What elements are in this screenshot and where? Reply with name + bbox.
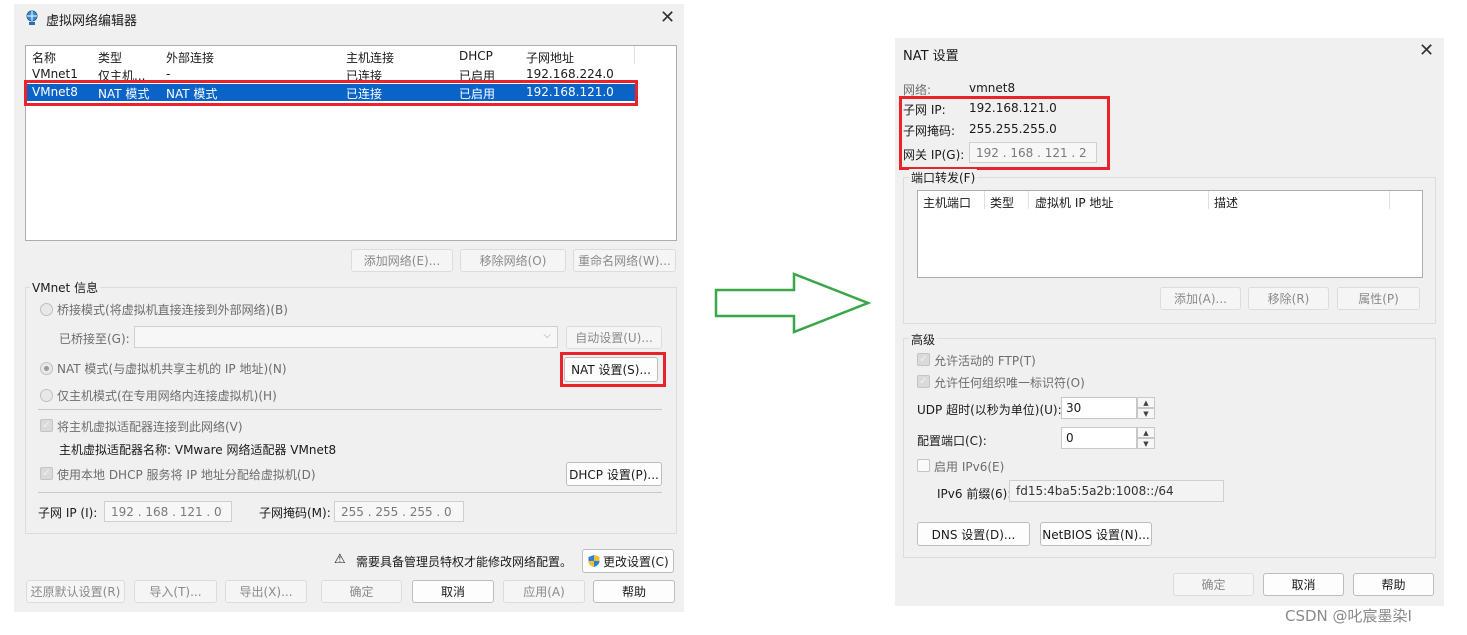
bridged-to-label: 已桥接至(G):: [59, 332, 130, 346]
table-cell: 192.168.224.0: [526, 67, 614, 81]
window-title: 虚拟网络编辑器: [46, 14, 138, 29]
allow-oui-label: 允许任何组织唯一标识符(O): [934, 376, 1085, 390]
nat-label: NAT 模式(与虚拟机共享主机的 IP 地址)(N): [57, 362, 287, 376]
add-network-button[interactable]: 添加网络(E)...: [351, 249, 453, 272]
column-header[interactable]: 名称: [32, 49, 56, 66]
nat-radio[interactable]: [40, 362, 53, 375]
dhcp-label: 使用本地 DHCP 服务将 IP 地址分配给虚拟机(D): [57, 468, 316, 482]
close-icon[interactable]: ✕: [1419, 40, 1434, 61]
dhcp-settings-button[interactable]: DHCP 设置(P)...: [566, 462, 662, 486]
ipv6-prefix-label: IPv6 前缀(6):: [937, 487, 1012, 501]
column-divider: [634, 46, 635, 64]
udp-timeout-down-icon[interactable]: ▼: [1137, 408, 1155, 419]
bridge-radio[interactable]: [40, 303, 53, 316]
column-header[interactable]: DHCP: [459, 49, 493, 63]
config-port-up-icon[interactable]: ▲: [1137, 427, 1155, 438]
config-port-input[interactable]: 0: [1061, 427, 1137, 449]
bridge-label: 桥接模式(将虚拟机直接连接到外部网络)(B): [57, 303, 288, 317]
vmnet-info-label: VMnet 信息: [30, 279, 101, 296]
import-button[interactable]: 导入(T)...: [134, 580, 217, 603]
admin-notice: 需要具备管理员特权才能修改网络配置。: [356, 555, 573, 569]
subnet-mask-field[interactable]: 255 . 255 . 255 . 0: [334, 501, 464, 522]
column-divider: [1208, 191, 1209, 209]
udp-timeout-input[interactable]: 30: [1061, 397, 1137, 419]
chevron-down-icon: ⌵: [543, 330, 551, 341]
allow-ftp-checkbox[interactable]: ✓: [917, 353, 930, 366]
shield-icon: [588, 555, 600, 567]
close-icon[interactable]: ✕: [660, 7, 675, 28]
auto-settings-button[interactable]: 自动设置(U)...: [566, 326, 662, 349]
highlight-box-nat-settings: [560, 352, 666, 387]
subnet-mask-label: 子网掩码(M):: [259, 506, 331, 520]
column-header[interactable]: 主机端口: [923, 194, 971, 211]
network-globe-icon: [26, 10, 38, 25]
table-cell: VMnet1: [32, 67, 78, 81]
remove-button[interactable]: 移除(R): [1248, 287, 1329, 310]
change-settings-button[interactable]: 更改设置(C): [582, 549, 674, 573]
column-divider: [1389, 191, 1390, 209]
network-list[interactable]: 名称 类型 外部连接 主机连接 DHCP 子网地址 VMnet1 仅主机... …: [25, 45, 677, 241]
table-cell: -: [166, 67, 171, 81]
ok-button[interactable]: 确定: [321, 580, 402, 603]
enable-ipv6-checkbox[interactable]: [917, 459, 930, 472]
add-button[interactable]: 添加(A)...: [1160, 287, 1241, 310]
watermark: CSDN @叱宸墨染I: [1285, 607, 1412, 625]
ok-button[interactable]: 确定: [1173, 573, 1254, 596]
column-divider: [1028, 191, 1029, 209]
config-port-down-icon[interactable]: ▼: [1137, 438, 1155, 449]
host-only-label: 仅主机模式(在专用网络内连接虚拟机)(H): [57, 389, 277, 403]
highlight-box-subnet-gateway: [899, 96, 1110, 170]
dns-settings-button[interactable]: DNS 设置(D)...: [917, 522, 1030, 546]
port-forward-label: 端口转发(F): [909, 169, 978, 186]
udp-timeout-up-icon[interactable]: ▲: [1137, 397, 1155, 408]
enable-ipv6-label: 启用 IPv6(E): [934, 460, 1005, 474]
column-header[interactable]: 描述: [1214, 194, 1238, 211]
column-header[interactable]: 子网地址: [526, 49, 574, 66]
properties-button[interactable]: 属性(P): [1337, 287, 1420, 310]
highlight-box-vmnet8: [24, 80, 638, 106]
subnet-ip-field[interactable]: 192 . 168 . 121 . 0: [104, 501, 232, 522]
right-arrow-icon: [714, 272, 872, 334]
column-header[interactable]: 外部连接: [166, 49, 214, 66]
nat-settings-window: NAT 设置 ✕ 网络: vmnet8 子网 IP: 192.168.121.0…: [895, 38, 1444, 606]
title-bar: 虚拟网络编辑器 ✕: [14, 4, 684, 34]
column-divider: [984, 191, 985, 209]
vmnet-info-group: [25, 287, 677, 534]
column-header[interactable]: 主机连接: [346, 49, 394, 66]
allow-ftp-label: 允许活动的 FTP(T): [934, 354, 1036, 368]
adapter-name-label: 主机虚拟适配器名称: VMware 网络适配器 VMnet8: [59, 443, 337, 457]
warning-icon: ⚠: [334, 552, 346, 567]
port-forward-list[interactable]: 主机端口 类型 虚拟机 IP 地址 描述: [917, 190, 1423, 278]
change-settings-label: 更改设置(C): [603, 554, 669, 569]
config-port-label: 配置端口(C):: [917, 434, 987, 448]
allow-oui-checkbox[interactable]: ✓: [917, 375, 930, 388]
window-title: NAT 设置: [903, 49, 959, 64]
ipv6-prefix-field[interactable]: fd15:4ba5:5a2b:1008::/64: [1009, 480, 1224, 502]
remove-network-button[interactable]: 移除网络(O): [460, 249, 566, 272]
bridged-to-select[interactable]: ⌵: [134, 326, 558, 348]
virtual-network-editor-window: 虚拟网络编辑器 ✕ 名称 类型 外部连接 主机连接 DHCP 子网地址 VMne…: [14, 4, 684, 612]
connect-adapter-label: 将主机虚拟适配器连接到此网络(V): [57, 420, 243, 434]
advanced-label: 高级: [909, 331, 938, 348]
network-value: vmnet8: [969, 81, 1016, 95]
cancel-button[interactable]: 取消: [412, 580, 494, 603]
cancel-button[interactable]: 取消: [1263, 573, 1344, 596]
host-only-radio[interactable]: [40, 389, 53, 402]
apply-button[interactable]: 应用(A): [503, 580, 585, 603]
export-button[interactable]: 导出(X)...: [225, 580, 307, 603]
subnet-ip-label: 子网 IP (I):: [38, 506, 98, 520]
column-header[interactable]: 类型: [990, 194, 1014, 211]
help-button[interactable]: 帮助: [593, 580, 675, 603]
connect-adapter-checkbox[interactable]: ✓: [40, 419, 53, 432]
help-button[interactable]: 帮助: [1353, 573, 1434, 596]
dhcp-checkbox[interactable]: ✓: [40, 467, 53, 480]
divider: [38, 492, 662, 493]
column-header[interactable]: 类型: [98, 49, 122, 66]
column-header[interactable]: 虚拟机 IP 地址: [1035, 194, 1113, 211]
udp-timeout-label: UDP 超时(以秒为单位)(U):: [917, 403, 1062, 417]
restore-defaults-button[interactable]: 还原默认设置(R): [26, 580, 125, 603]
rename-network-button[interactable]: 重命名网络(W)...: [573, 249, 676, 272]
divider: [38, 409, 662, 410]
netbios-settings-button[interactable]: NetBIOS 设置(N)...: [1040, 522, 1152, 546]
